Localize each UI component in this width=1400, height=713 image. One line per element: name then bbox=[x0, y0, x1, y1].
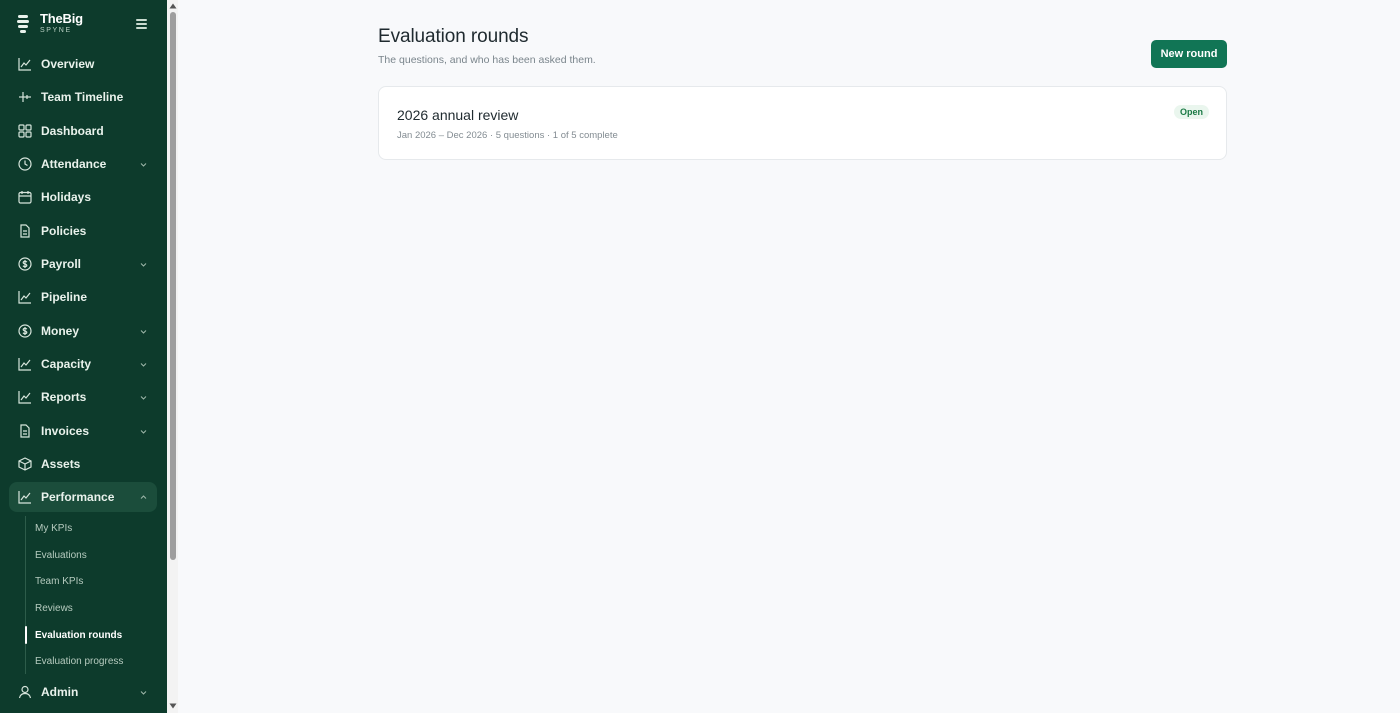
sidebar-item-label: Invoices bbox=[41, 424, 90, 438]
brand[interactable]: TheBig SPYNE bbox=[16, 12, 83, 35]
sidebar-item-team-timeline[interactable]: Team Timeline bbox=[9, 82, 157, 112]
submenu-item-label: Evaluation rounds bbox=[35, 629, 123, 641]
sidebar-item-label: Payroll bbox=[41, 257, 82, 271]
clock-icon bbox=[18, 157, 32, 171]
chevron-down-icon bbox=[140, 329, 147, 334]
sidebar: TheBig SPYNE Overview Team Timeline Dash… bbox=[0, 0, 167, 713]
scroll-up-arrow-icon[interactable] bbox=[169, 3, 177, 9]
chart-line-icon bbox=[18, 491, 31, 504]
document-icon bbox=[20, 224, 30, 238]
submenu-item-label: Evaluations bbox=[35, 549, 87, 561]
submenu-item-label: Team KPIs bbox=[35, 575, 84, 587]
sidebar-item-label: Capacity bbox=[41, 357, 92, 371]
sidebar-item-assets[interactable]: Assets bbox=[9, 449, 157, 479]
chart-line-icon bbox=[18, 358, 31, 371]
round-title: 2026 annual review bbox=[397, 107, 519, 123]
sidebar-item-label: Reports bbox=[41, 390, 87, 404]
logo-icon bbox=[17, 14, 29, 33]
round-meta: Jan 2026 – Dec 2026 · 5 questions · 1 of… bbox=[397, 130, 618, 141]
menu-toggle-icon[interactable] bbox=[136, 19, 147, 29]
page-title: Evaluation rounds bbox=[378, 26, 529, 47]
submenu-item-evaluations[interactable]: Evaluations bbox=[25, 543, 155, 567]
sidebar-item-label: Assets bbox=[41, 457, 81, 471]
scrollbar-thumb[interactable] bbox=[170, 12, 176, 560]
status-badge: Open bbox=[1174, 105, 1210, 119]
box-icon bbox=[18, 457, 32, 471]
sidebar-item-dashboard[interactable]: Dashboard bbox=[9, 116, 157, 146]
round-card[interactable]: 2026 annual review Jan 2026 – Dec 2026 ·… bbox=[378, 86, 1227, 160]
sidebar-item-label: Overview bbox=[41, 57, 95, 71]
sidebar-item-performance[interactable]: Performance bbox=[9, 482, 157, 512]
sidebar-item-reports[interactable]: Reports bbox=[9, 382, 157, 412]
chevron-down-icon bbox=[140, 362, 147, 367]
sidebar-item-label: Performance bbox=[41, 490, 115, 504]
submenu-item-evaluation-rounds[interactable]: Evaluation rounds bbox=[25, 623, 155, 647]
dollar-circle-icon bbox=[18, 324, 32, 338]
submenu-item-reviews[interactable]: Reviews bbox=[25, 596, 155, 620]
chevron-down-icon bbox=[140, 162, 147, 167]
sidebar-item-capacity[interactable]: Capacity bbox=[9, 349, 157, 379]
grid-icon bbox=[18, 124, 32, 138]
sidebar-item-attendance[interactable]: Attendance bbox=[9, 149, 157, 179]
sidebar-item-label: Policies bbox=[41, 224, 87, 238]
sidebar-item-label: Dashboard bbox=[41, 124, 104, 138]
chevron-down-icon bbox=[140, 429, 147, 434]
brand-subtitle: SPYNE bbox=[40, 27, 72, 34]
brand-name: TheBig bbox=[40, 11, 83, 26]
submenu-item-label: Evaluation progress bbox=[35, 655, 124, 667]
sidebar-item-label: Admin bbox=[41, 685, 79, 699]
chevron-up-icon bbox=[140, 494, 147, 499]
sidebar-item-label: Pipeline bbox=[41, 290, 88, 304]
submenu-item-evaluation-progress[interactable]: Evaluation progress bbox=[25, 649, 155, 673]
document-icon bbox=[20, 424, 30, 438]
sidebar-item-overview[interactable]: Overview bbox=[9, 49, 157, 79]
calendar-icon bbox=[18, 191, 32, 204]
chevron-down-icon bbox=[140, 262, 147, 267]
sidebar-item-money[interactable]: Money bbox=[9, 316, 157, 346]
sidebar-item-admin[interactable]: Admin bbox=[9, 677, 157, 707]
new-round-button[interactable]: New round bbox=[1151, 40, 1227, 68]
submenu-item-team-kpis[interactable]: Team KPIs bbox=[25, 569, 155, 593]
sidebar-item-holidays[interactable]: Holidays bbox=[9, 182, 157, 212]
timeline-icon bbox=[19, 92, 31, 102]
page-subtitle: The questions, and who has been asked th… bbox=[378, 54, 596, 66]
sidebar-item-label: Team Timeline bbox=[41, 90, 124, 104]
chart-line-icon bbox=[18, 58, 31, 71]
dollar-circle-icon bbox=[18, 257, 32, 271]
sidebar-item-payroll[interactable]: Payroll bbox=[9, 249, 157, 279]
chart-line-icon bbox=[18, 391, 31, 404]
sidebar-item-policies[interactable]: Policies bbox=[9, 216, 157, 246]
user-icon bbox=[18, 685, 32, 699]
sidebar-item-label: Holidays bbox=[41, 190, 92, 204]
submenu-item-label: Reviews bbox=[35, 602, 73, 614]
sidebar-item-invoices[interactable]: Invoices bbox=[9, 416, 157, 446]
chart-line-icon bbox=[18, 291, 31, 304]
chevron-down-icon bbox=[140, 690, 147, 695]
submenu-item-my-kpis[interactable]: My KPIs bbox=[25, 516, 155, 540]
chevron-down-icon bbox=[140, 395, 147, 400]
scroll-down-arrow-icon[interactable] bbox=[169, 703, 177, 709]
submenu-item-label: My KPIs bbox=[35, 522, 73, 534]
sidebar-item-label: Money bbox=[41, 324, 80, 338]
sidebar-item-pipeline[interactable]: Pipeline bbox=[9, 282, 157, 312]
sidebar-item-label: Attendance bbox=[41, 157, 107, 171]
